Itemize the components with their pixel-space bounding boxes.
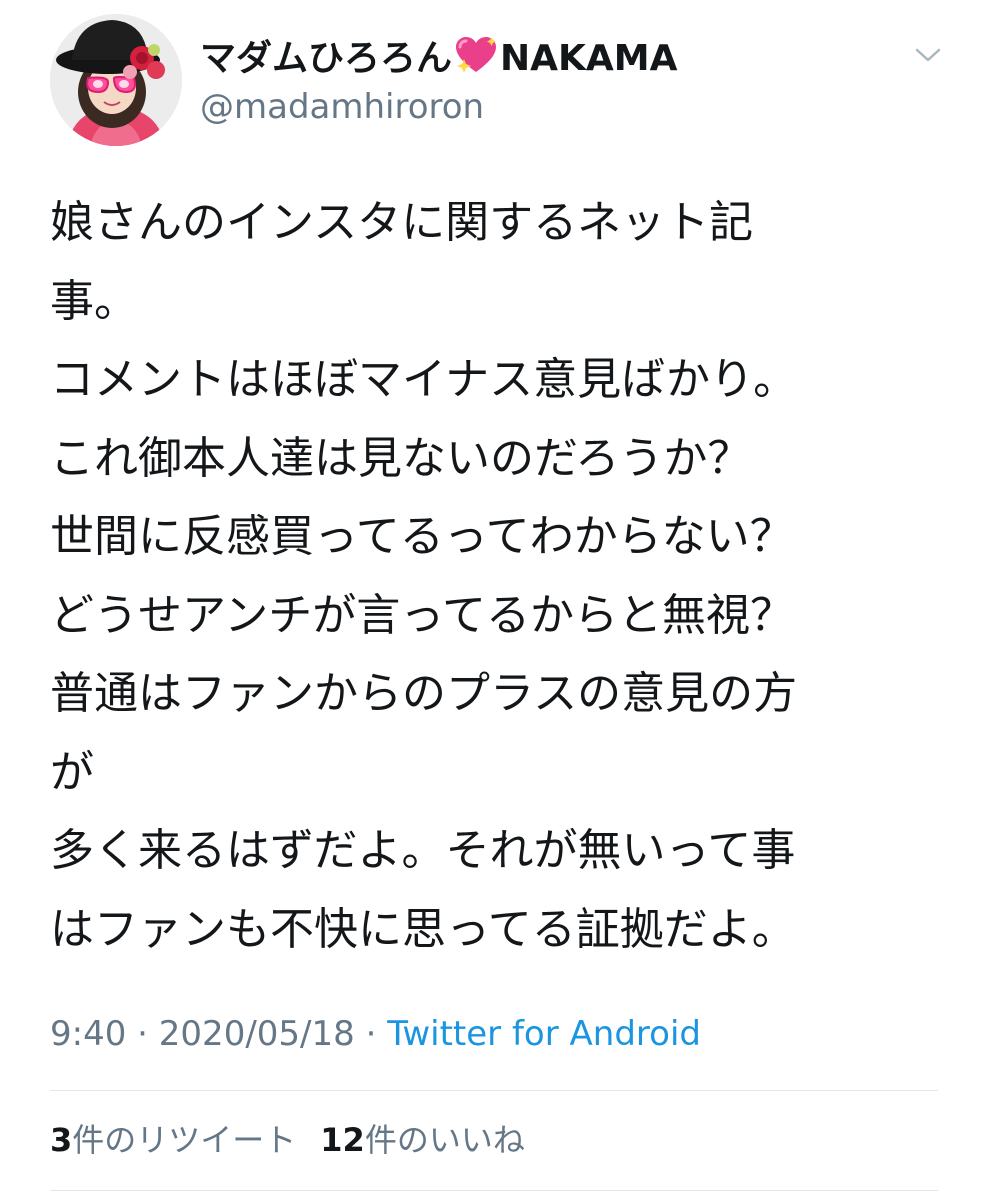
tweet-line: 世間に反感買ってるってわからない？	[50, 511, 794, 562]
tweet-line: コメントはほぼマイナス意見ばかり。	[50, 354, 798, 405]
tweet-line: 普通はファンからのプラスの意見の方	[50, 668, 798, 719]
tweet-text: 娘さんのインスタに関するネット記 事。 コメントはほぼマイナス意見ばかり。 これ…	[50, 184, 940, 969]
tweet-time[interactable]: 9:40	[50, 1014, 126, 1054]
tweet-line: 多く来るはずだよ。それが無いって事	[50, 825, 796, 876]
display-name-suffix: NAKAMA	[500, 38, 678, 79]
user-handle[interactable]: @madamhiroron	[200, 86, 484, 128]
tweet-line: これ御本人達は見ないのだろうか？	[50, 432, 752, 484]
tweet-meta: 9:40 · 2020/05/18 · Twitter for Android	[50, 1012, 701, 1056]
display-name-text: マダムひろろん	[200, 38, 453, 79]
sparkling-heart-icon	[454, 36, 498, 87]
avatar-illustration	[50, 14, 182, 146]
retweets-stat[interactable]: 3件のリツイート	[50, 1121, 296, 1159]
divider	[50, 1090, 938, 1091]
like-count: 12	[320, 1121, 365, 1159]
tweet-line: どうせアンチが言ってるからと無視？	[50, 589, 795, 641]
tweet-line: はファンも不快に思ってる証拠だよ。	[50, 903, 796, 955]
avatar[interactable]	[50, 14, 182, 146]
tweet-stats: 3件のリツイート 12件のいいね	[50, 1118, 525, 1162]
tweet-menu-button[interactable]	[908, 40, 948, 70]
divider	[50, 1190, 938, 1191]
display-name[interactable]: マダムひろろん NAKAMA	[200, 36, 677, 87]
likes-stat[interactable]: 12件のいいね	[320, 1121, 525, 1159]
meta-separator: ·	[137, 1014, 148, 1054]
like-label: 件のいいね	[364, 1121, 525, 1159]
meta-separator: ·	[365, 1014, 377, 1054]
tweet-source-link[interactable]: Twitter for Android	[387, 1014, 701, 1054]
tweet-date[interactable]: 2020/05/18	[159, 1014, 355, 1054]
tweet-line: 娘さんのインスタに関するネット記	[50, 197, 754, 248]
chevron-down-icon	[915, 48, 941, 62]
retweet-count: 3	[50, 1121, 73, 1159]
tweet-line: が	[50, 746, 94, 798]
tweet-line: 事。	[50, 275, 138, 327]
retweet-label: 件のリツイート	[72, 1121, 297, 1159]
